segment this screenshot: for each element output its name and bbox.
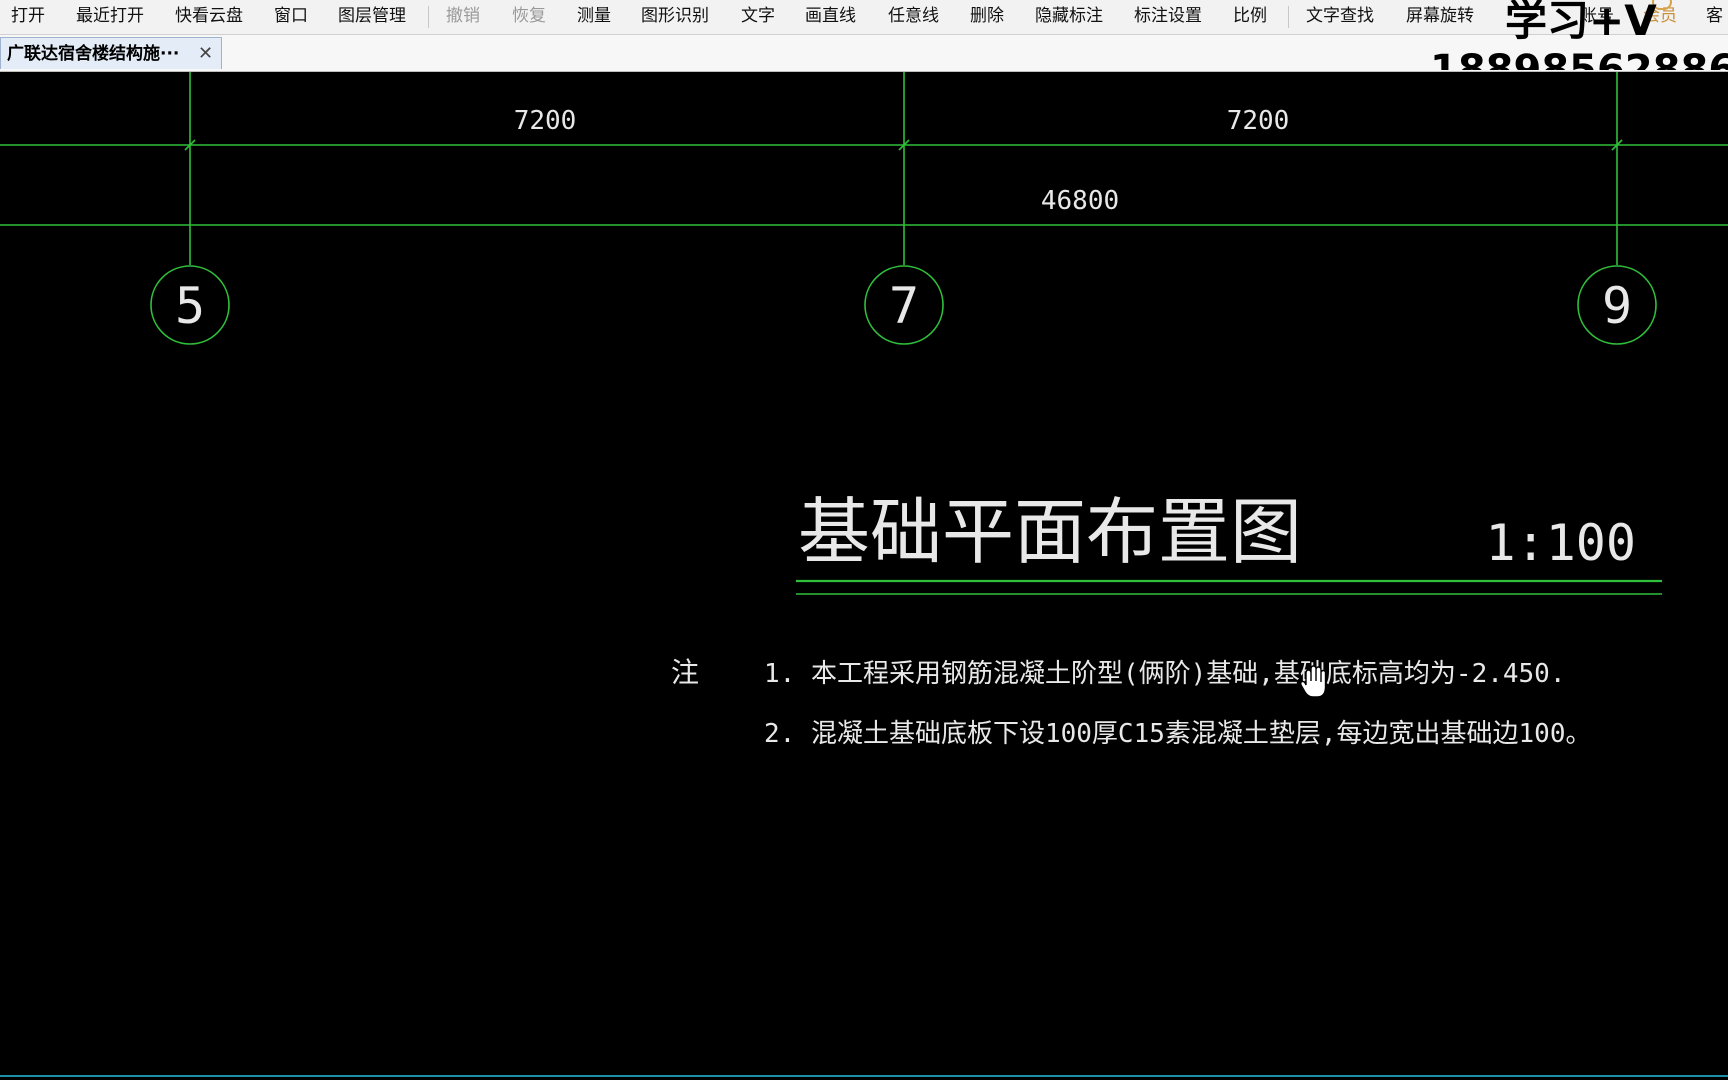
notes-label: 注 xyxy=(671,656,699,689)
window-button[interactable]: 窗口 xyxy=(274,0,308,34)
cad-drawing-canvas[interactable]: 7200 7200 46800 5 7 9 基础平面布置图 1:100 注 1.… xyxy=(0,72,1728,1080)
axis-label-7: 7 xyxy=(889,277,919,335)
undo-button[interactable]: 撤销 xyxy=(446,0,480,34)
cad-drawing: 7200 7200 46800 5 7 9 基础平面布置图 1:100 注 1.… xyxy=(0,72,1728,1077)
screen-rotate-button[interactable]: 屏幕旋转 xyxy=(1406,0,1474,34)
customer-service-button[interactable]: 客 xyxy=(1706,0,1723,34)
dimension-text-right: 7200 xyxy=(1227,106,1290,136)
draw-line-button[interactable]: 画直线 xyxy=(805,0,856,34)
document-tab[interactable]: 广联达宿舍楼结构施··· ✕ xyxy=(0,37,222,69)
watermark-text: 学习+V xyxy=(1505,0,1657,45)
open-button[interactable]: 打开 xyxy=(11,0,45,34)
layer-manage-button[interactable]: 图层管理 xyxy=(338,0,406,34)
axis-label-5: 5 xyxy=(175,277,205,335)
axis-label-9: 9 xyxy=(1602,277,1632,335)
delete-button[interactable]: 删除 xyxy=(970,0,1004,34)
toolbar-divider xyxy=(428,6,429,28)
dimension-text-left: 7200 xyxy=(514,106,577,136)
recent-open-button[interactable]: 最近打开 xyxy=(76,0,144,34)
freehand-line-button[interactable]: 任意线 xyxy=(888,0,939,34)
main-toolbar: 打开 最近打开 快看云盘 窗口 图层管理 撤销 恢复 测量 图形识别 文字 画直… xyxy=(0,0,1728,35)
watermark-phone: 18898562886 xyxy=(1430,47,1728,70)
text-search-button[interactable]: 文字查找 xyxy=(1306,0,1374,34)
measure-button[interactable]: 测量 xyxy=(577,0,611,34)
dimension-text-overall: 46800 xyxy=(1041,186,1119,216)
hide-annotation-button[interactable]: 隐藏标注 xyxy=(1035,0,1103,34)
cloud-disk-button[interactable]: 快看云盘 xyxy=(175,0,243,34)
note-line-1: 1. 本工程采用钢筋混凝土阶型(俩阶)基础,基础底标高均为-2.450. xyxy=(764,659,1566,689)
redo-button[interactable]: 恢复 xyxy=(512,0,546,34)
document-tab-label: 广联达宿舍楼结构施··· xyxy=(7,44,180,64)
shape-recognition-button[interactable]: 图形识别 xyxy=(641,0,709,34)
drawing-title: 基础平面布置图 xyxy=(798,490,1302,574)
close-icon[interactable]: ✕ xyxy=(198,38,213,70)
toolbar-divider xyxy=(1288,6,1289,28)
note-line-2: 2. 混凝土基础底板下设100厚C15素混凝土垫层,每边宽出基础边100。 xyxy=(764,719,1592,749)
scale-button[interactable]: 比例 xyxy=(1233,0,1267,34)
text-button[interactable]: 文字 xyxy=(741,0,775,34)
annotation-settings-button[interactable]: 标注设置 xyxy=(1134,0,1202,34)
drawing-scale: 1:100 xyxy=(1485,514,1636,572)
